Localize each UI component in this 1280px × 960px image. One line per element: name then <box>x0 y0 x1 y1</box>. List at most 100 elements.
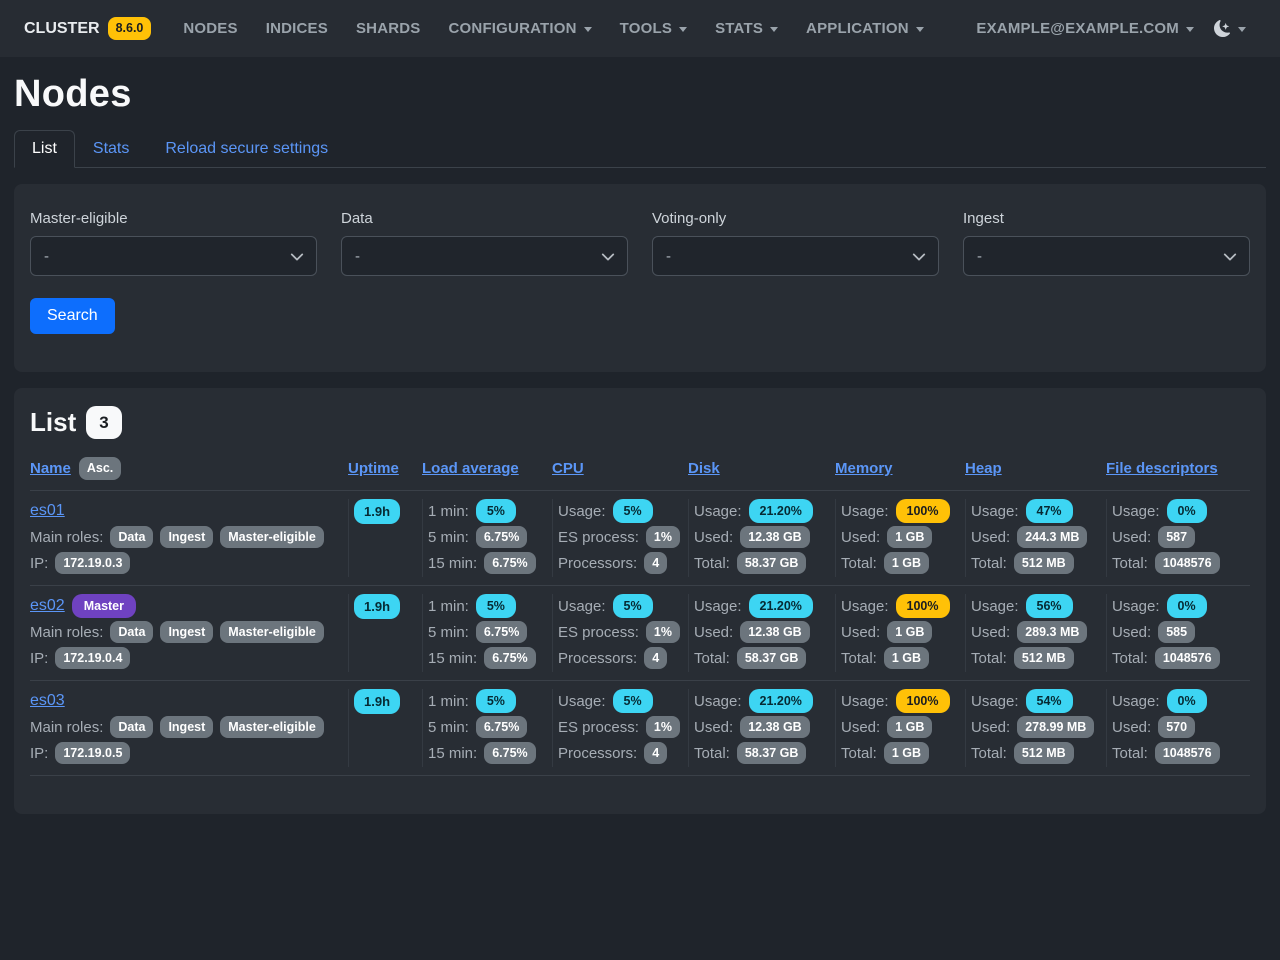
heap-usage-badge: 54% <box>1026 689 1073 714</box>
disk-used-badge: 12.38 GB <box>740 621 810 644</box>
disk-usage-badge: 21.20% <box>749 594 813 619</box>
used-label: Used: <box>841 624 880 641</box>
user-menu-label: EXAMPLE@EXAMPLE.COM <box>976 20 1179 37</box>
column-header-uptime[interactable]: Uptime <box>348 460 399 477</box>
theme-toggle[interactable] <box>1204 12 1256 45</box>
column-header-disk[interactable]: Disk <box>688 460 720 477</box>
voting-only-select[interactable]: - <box>652 236 939 276</box>
es-process-label: ES process: <box>558 529 639 546</box>
filter-label-ingest: Ingest <box>963 210 1250 227</box>
column-header-name-cell: Name Asc. <box>30 457 348 480</box>
disk-usage-badge: 21.20% <box>749 689 813 714</box>
disk-total-badge: 58.37 GB <box>737 742 807 765</box>
fifteen-min-label: 15 min: <box>428 745 477 762</box>
cpu-processors-badge: 4 <box>644 552 667 575</box>
one-min-label: 1 min: <box>428 693 469 710</box>
total-label: Total: <box>971 745 1007 762</box>
memory-total-badge: 1 GB <box>884 552 929 575</box>
load-average-cell: 1 min:5% 5 min:6.75% 15 min:6.75% <box>422 689 552 767</box>
memory-used-badge: 1 GB <box>887 526 932 549</box>
fd-usage-badge: 0% <box>1167 594 1207 619</box>
node-row: es02 Master Main roles: DataIngestMaster… <box>30 586 1250 681</box>
file-descriptors-cell: Usage:0% Used:585 Total:1048576 <box>1106 594 1250 672</box>
node-name-link[interactable]: es03 <box>30 692 65 710</box>
fd-total-badge: 1048576 <box>1155 647 1220 670</box>
filter-field-master-eligible: Master-eligible - <box>30 210 317 276</box>
memory-usage-badge: 100% <box>896 594 950 619</box>
node-count-badge: 3 <box>86 406 121 439</box>
master-eligible-select[interactable]: - <box>30 236 317 276</box>
nav-item-indices[interactable]: INDICES <box>252 12 342 45</box>
role-badge: Master-eligible <box>220 621 324 644</box>
fd-total-badge: 1048576 <box>1155 742 1220 765</box>
list-heading: List 3 <box>30 406 1250 439</box>
main-roles-label: Main roles: <box>30 719 103 736</box>
sort-direction-badge: Asc. <box>79 457 121 480</box>
uptime-badge: 1.9h <box>354 594 400 619</box>
total-label: Total: <box>694 555 730 572</box>
tab-list[interactable]: List <box>14 130 75 168</box>
uptime-cell: 1.9h <box>348 499 422 577</box>
uptime-badge: 1.9h <box>354 499 400 524</box>
nav-item-application[interactable]: APPLICATION <box>792 12 938 45</box>
heap-total-badge: 512 MB <box>1014 647 1074 670</box>
nav-item-shards-label: SHARDS <box>356 20 421 37</box>
cpu-cell: Usage:5% ES process:1% Processors:4 <box>552 594 688 672</box>
nav-item-tools[interactable]: TOOLS <box>606 12 701 45</box>
used-label: Used: <box>1112 624 1151 641</box>
heap-cell: Usage:47% Used:244.3 MB Total:512 MB <box>965 499 1106 577</box>
uptime-cell: 1.9h <box>348 594 422 672</box>
load-15min-badge: 6.75% <box>484 647 535 670</box>
ingest-select[interactable]: - <box>963 236 1250 276</box>
column-header-heap[interactable]: Heap <box>965 460 1002 477</box>
file-descriptors-cell: Usage:0% Used:587 Total:1048576 <box>1106 499 1250 577</box>
node-row: es03 Main roles: DataIngestMaster-eligib… <box>30 681 1250 776</box>
column-header-load-average[interactable]: Load average <box>422 460 519 477</box>
used-label: Used: <box>841 529 880 546</box>
usage-label: Usage: <box>694 693 742 710</box>
nav-item-configuration[interactable]: CONFIGURATION <box>435 12 606 45</box>
tab-stats[interactable]: Stats <box>75 130 147 168</box>
column-header-cpu[interactable]: CPU <box>552 460 584 477</box>
one-min-label: 1 min: <box>428 503 469 520</box>
total-label: Total: <box>841 745 877 762</box>
column-header-memory[interactable]: Memory <box>835 460 893 477</box>
user-menu[interactable]: EXAMPLE@EXAMPLE.COM <box>966 12 1204 45</box>
heap-cell: Usage:54% Used:278.99 MB Total:512 MB <box>965 689 1106 767</box>
column-header-disk-cell: Disk <box>688 457 835 480</box>
cpu-es-process-badge: 1% <box>646 526 680 549</box>
nav-item-shards[interactable]: SHARDS <box>342 12 435 45</box>
cpu-processors-badge: 4 <box>644 742 667 765</box>
search-button[interactable]: Search <box>30 298 115 334</box>
node-name-link[interactable]: es01 <box>30 502 65 520</box>
heap-usage-badge: 56% <box>1026 594 1073 619</box>
processors-label: Processors: <box>558 650 637 667</box>
heap-used-badge: 244.3 MB <box>1017 526 1087 549</box>
column-header-name[interactable]: Name <box>30 460 71 477</box>
node-row: es01 Main roles: DataIngestMaster-eligib… <box>30 491 1250 586</box>
column-header-uptime-cell: Uptime <box>348 457 422 480</box>
column-header-heap-cell: Heap <box>965 457 1106 480</box>
table-header-row: Name Asc. Uptime Load average CPU Disk M… <box>30 457 1250 491</box>
heap-usage-badge: 47% <box>1026 499 1073 524</box>
file-descriptors-cell: Usage:0% Used:570 Total:1048576 <box>1106 689 1250 767</box>
column-header-load-average-cell: Load average <box>422 457 552 480</box>
nav-item-nodes[interactable]: NODES <box>169 12 251 45</box>
chevron-down-icon <box>1238 27 1246 32</box>
node-name-link[interactable]: es02 <box>30 597 65 615</box>
name-cell: es02 Master Main roles: DataIngestMaster… <box>30 594 348 672</box>
tab-bar: List Stats Reload secure settings <box>14 130 1266 168</box>
main-content: Nodes List Stats Reload secure settings … <box>0 73 1280 854</box>
usage-label: Usage: <box>841 598 889 615</box>
ip-label: IP: <box>30 555 48 572</box>
list-heading-title: List <box>30 407 76 438</box>
role-badge: Ingest <box>160 621 213 644</box>
column-header-file-descriptors[interactable]: File descriptors <box>1106 460 1218 477</box>
cpu-cell: Usage:5% ES process:1% Processors:4 <box>552 499 688 577</box>
load-average-cell: 1 min:5% 5 min:6.75% 15 min:6.75% <box>422 499 552 577</box>
tab-reload-secure-settings[interactable]: Reload secure settings <box>147 130 346 168</box>
data-select[interactable]: - <box>341 236 628 276</box>
nav-item-stats[interactable]: STATS <box>701 12 792 45</box>
roles-badges: DataIngestMaster-eligible <box>110 621 323 644</box>
cluster-brand-link[interactable]: CLUSTER 8.6.0 <box>24 17 151 40</box>
